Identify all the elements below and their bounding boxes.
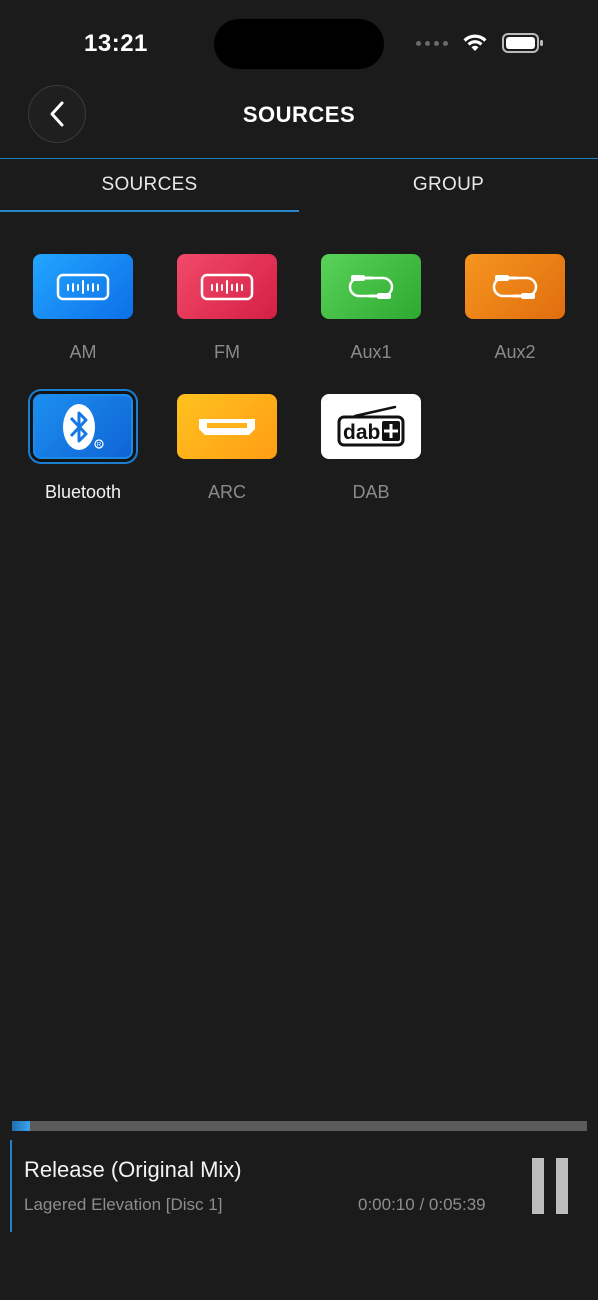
source-label: DAB (352, 482, 390, 502)
svg-text:dab: dab (343, 421, 380, 444)
pause-icon-bar (556, 1158, 568, 1214)
status-time: 13:21 (84, 30, 148, 57)
tab-sources[interactable]: SOURCES (0, 159, 299, 211)
source-label: FM (214, 342, 240, 362)
cellular-signal-icon (416, 40, 448, 46)
source-label: Aux2 (494, 342, 536, 362)
source-bluetooth[interactable]: R Bluetooth (11, 390, 155, 520)
radio-tuner-icon (177, 254, 277, 319)
pause-button[interactable] (530, 1158, 570, 1214)
track-time: 0:00:10 / 0:05:39 (358, 1195, 486, 1214)
source-label: Aux1 (350, 342, 392, 362)
status-icons (416, 32, 544, 54)
status-bar: 13:21 (0, 0, 598, 90)
source-dab[interactable]: dab DAB (299, 390, 443, 520)
source-aux2[interactable]: Aux2 (443, 250, 587, 380)
wifi-icon (463, 34, 487, 51)
pause-icon (532, 1158, 544, 1214)
now-playing-accent (10, 1140, 12, 1232)
dynamic-island (214, 19, 384, 69)
header: SOURCES (0, 82, 598, 158)
hdmi-icon (177, 394, 277, 459)
now-playing-bar[interactable]: Release (Original Mix) Lagered Elevation… (10, 1140, 598, 1232)
playback-progress-fill (12, 1121, 30, 1131)
page-title: SOURCES (242, 102, 356, 127)
source-label: ARC (207, 482, 246, 502)
source-arc[interactable]: ARC (155, 390, 299, 520)
bluetooth-icon: R (33, 394, 133, 459)
battery-icon (502, 33, 543, 53)
dab-plus-icon: dab (321, 394, 421, 459)
aux-cable-icon (465, 254, 565, 319)
tab-group[interactable]: GROUP (299, 159, 598, 211)
tab-bar: SOURCES GROUP (0, 159, 598, 213)
source-am[interactable]: AM (11, 250, 155, 380)
source-fm[interactable]: FM (155, 250, 299, 380)
source-label: AM (69, 342, 97, 362)
track-album: Lagered Elevation [Disc 1] (24, 1195, 223, 1214)
source-label: Bluetooth (44, 482, 122, 502)
radio-tuner-icon (33, 254, 133, 319)
source-aux1[interactable]: Aux1 (299, 250, 443, 380)
tab-selected-indicator (0, 210, 299, 212)
playback-progress-bar[interactable] (12, 1121, 587, 1131)
aux-cable-icon (321, 254, 421, 319)
track-title: Release (Original Mix) (24, 1157, 242, 1182)
svg-text:R: R (97, 442, 102, 448)
